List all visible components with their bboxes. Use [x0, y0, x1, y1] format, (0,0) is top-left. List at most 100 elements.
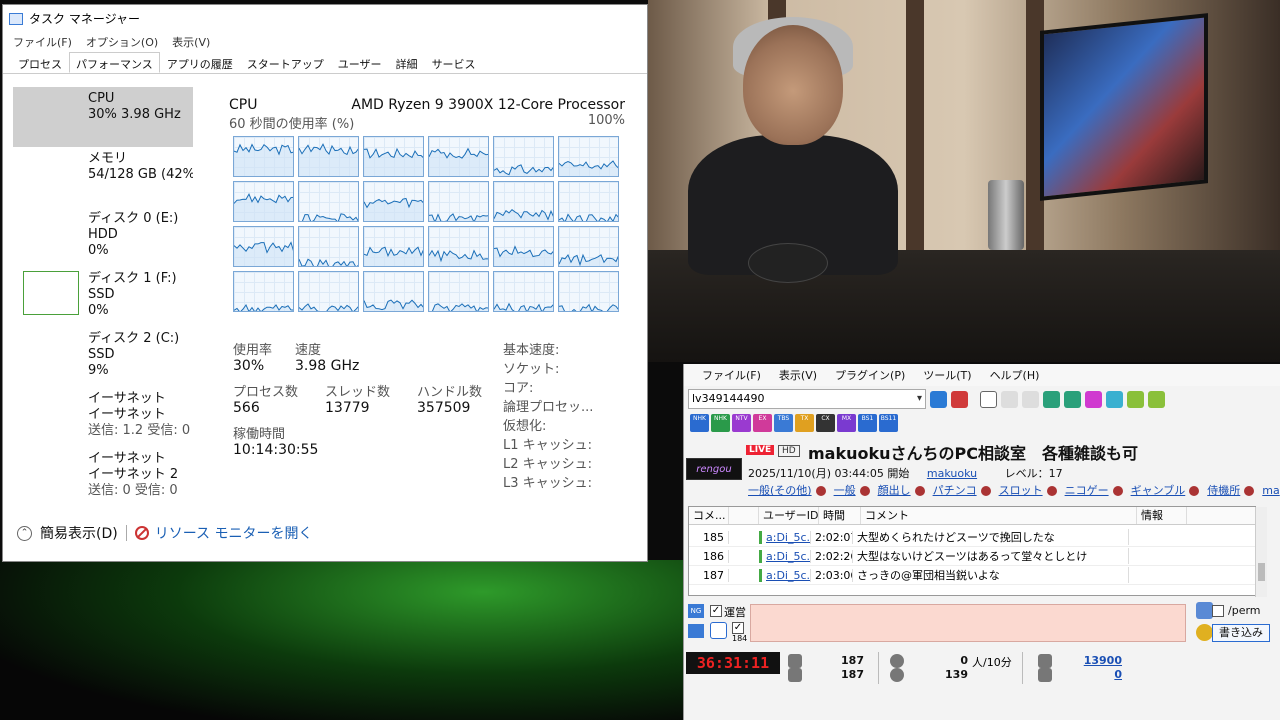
- users-icon[interactable]: [1064, 390, 1081, 408]
- table-row[interactable]: 186 a:Di_5c...2:02:26大型はないけどスーツはあるって堂々としと…: [689, 547, 1255, 566]
- sidebar-item-label: イーサネット: [88, 451, 166, 466]
- sidebar-item-value: 送信: 1.2 受信: 0: [88, 423, 191, 438]
- col-header-no[interactable]: コメ...: [689, 507, 729, 524]
- channel-button[interactable]: TBS: [774, 414, 793, 432]
- category-link[interactable]: ニコゲー: [1065, 484, 1109, 497]
- toggle-icon[interactable]: [1127, 390, 1144, 408]
- unei-checkbox[interactable]: ✓: [710, 605, 722, 617]
- channel-button[interactable]: BS1: [858, 414, 877, 432]
- sidebar-item-ethernet-1[interactable]: イーサネット イーサネット 送信: 1.2 受信: 0: [13, 387, 193, 447]
- list-icon[interactable]: [710, 622, 727, 639]
- col-header-user[interactable]: ユーザーID: [759, 507, 819, 524]
- comment-user-id[interactable]: a:Di_5c...: [759, 530, 811, 544]
- comment-user-id[interactable]: a:Di_5c...: [759, 568, 811, 582]
- comment-input[interactable]: [750, 604, 1186, 642]
- table-scrollbar[interactable]: [1255, 507, 1267, 597]
- sidebar-item-disk-0[interactable]: ディスク 0 (E:) HDD 0%: [13, 207, 193, 267]
- tab-processes[interactable]: プロセス: [11, 52, 69, 73]
- mail-icon[interactable]: [688, 624, 704, 638]
- chevron-up-icon[interactable]: ⌃: [17, 525, 32, 541]
- table-row[interactable]: 187 a:Di_5c...2:03:06さっきの@軍団相当鋭いよな: [689, 566, 1255, 585]
- table-row[interactable]: 185 a:Di_5c...2:02:07大型めくられたけどスーツで挽回したな: [689, 528, 1255, 547]
- viewer-menu-tools[interactable]: ツール(T): [923, 367, 971, 383]
- comment-table: コメ... ユーザーID 時間 コメント 情報 185a:Di_5c...2:0…: [688, 506, 1267, 597]
- connect-icon[interactable]: [930, 390, 947, 408]
- anonymous-checkbox[interactable]: ✓: [732, 622, 744, 634]
- channel-button[interactable]: CX: [816, 414, 835, 432]
- menu-file[interactable]: ファイル(F): [13, 34, 72, 50]
- col-header-comment[interactable]: コメント: [861, 507, 1137, 524]
- col-header-info[interactable]: 情報: [1137, 507, 1187, 524]
- sidebar-item-cpu[interactable]: CPU 30% 3.98 GHz: [13, 87, 193, 147]
- category-link[interactable]: 侍機所: [1207, 484, 1240, 497]
- broadcaster-link[interactable]: makuoku: [927, 467, 977, 480]
- viewer-menu-view[interactable]: 表示(V): [779, 367, 817, 383]
- category-link[interactable]: 一般(その他): [748, 484, 812, 497]
- background-green-glow: [0, 560, 690, 720]
- category-link[interactable]: パチンコ: [933, 484, 977, 497]
- channel-button[interactable]: NHK: [690, 414, 709, 432]
- sidebar-item-disk-2[interactable]: ディスク 2 (C:) SSD 9%: [13, 327, 193, 387]
- table-header: コメ... ユーザーID 時間 コメント 情報: [689, 507, 1255, 525]
- gaming-mouse: [748, 243, 828, 283]
- core-usage-line: [559, 213, 618, 221]
- user-icon[interactable]: [1043, 390, 1060, 408]
- channel-button[interactable]: NTV: [732, 414, 751, 432]
- ad-points-link[interactable]: 13900: [1072, 654, 1122, 667]
- channel-button[interactable]: EX: [753, 414, 772, 432]
- category-link[interactable]: 一般: [834, 484, 856, 497]
- scrollbar-thumb[interactable]: [1258, 563, 1265, 581]
- submit-comment-button[interactable]: 書き込み: [1212, 624, 1270, 642]
- col-header-flag[interactable]: [729, 507, 759, 524]
- compact-view-button[interactable]: 簡易表示(D): [40, 523, 118, 543]
- toolbar-icon-disabled[interactable]: [1022, 390, 1039, 408]
- toolbar-icon-disabled[interactable]: [1001, 390, 1018, 408]
- tab-performance[interactable]: パフォーマンス: [69, 52, 160, 73]
- channel-button[interactable]: MX: [837, 414, 856, 432]
- sidebar-item-type: SSD: [88, 347, 115, 362]
- comment-time: 2:02:26: [811, 549, 853, 563]
- gift-points-link[interactable]: 0: [1072, 668, 1122, 681]
- channel-button[interactable]: BS11: [879, 414, 898, 432]
- menu-view[interactable]: 表示(V): [172, 34, 210, 50]
- category-link[interactable]: ギャンブル: [1131, 484, 1186, 497]
- viewer-menu-file[interactable]: ファイル(F): [702, 367, 761, 383]
- viewer-menu-help[interactable]: ヘルプ(H): [990, 367, 1040, 383]
- tab-startup[interactable]: スタートアップ: [240, 52, 331, 73]
- category-link[interactable]: スロット: [999, 484, 1043, 497]
- perm-checkbox[interactable]: [1212, 605, 1224, 617]
- search-icon[interactable]: [1085, 390, 1102, 408]
- comment-user-id[interactable]: a:Di_5c...: [759, 549, 811, 563]
- open-resource-monitor-link[interactable]: リソース モニターを開く: [155, 523, 313, 543]
- core-graph: [233, 181, 294, 222]
- disconnect-icon[interactable]: [951, 390, 968, 408]
- refresh-icon[interactable]: [980, 390, 997, 408]
- channel-button[interactable]: NHK: [711, 414, 730, 432]
- category-link[interactable]: 顔出し: [878, 484, 911, 497]
- tab-details[interactable]: 詳細: [389, 52, 425, 73]
- sidebar-item-memory[interactable]: メモリ 54/128 GB (42%): [13, 147, 193, 207]
- tab-app-history[interactable]: アプリの履歴: [160, 52, 240, 73]
- emoji-icon[interactable]: [1196, 624, 1213, 641]
- gift-icon: [1038, 668, 1052, 682]
- ng-button[interactable]: NG: [688, 604, 704, 618]
- menu-options[interactable]: オプション(O): [86, 34, 158, 50]
- message-icon[interactable]: [1106, 390, 1123, 408]
- sidebar-item-ethernet-2[interactable]: イーサネット イーサネット 2 送信: 0 受信: 0: [13, 447, 193, 507]
- sidebar-item-disk-1[interactable]: ディスク 1 (F:) SSD 0%: [13, 267, 193, 327]
- category-lock-icon: [1112, 486, 1123, 496]
- core-graph: [493, 271, 554, 312]
- sidebar-item-value: 9%: [88, 363, 109, 378]
- channel-button[interactable]: TX: [795, 414, 814, 432]
- col-header-time[interactable]: 時間: [819, 507, 861, 524]
- task-manager-window: タスク マネージャー ファイル(F) オプション(O) 表示(V) プロセス パ…: [2, 4, 648, 562]
- live-id-combobox[interactable]: lv349144490: [688, 389, 926, 409]
- viewer-menu-plugin[interactable]: プラグイン(P): [835, 367, 905, 383]
- pen-icon[interactable]: [1196, 602, 1213, 619]
- category-link[interactable]: ma: [1262, 484, 1279, 497]
- core-graph: [363, 271, 424, 312]
- gear-icon[interactable]: [1148, 390, 1165, 408]
- window-title: タスク マネージャー: [29, 12, 140, 26]
- tab-services[interactable]: サービス: [425, 52, 483, 73]
- tab-users[interactable]: ユーザー: [331, 52, 389, 73]
